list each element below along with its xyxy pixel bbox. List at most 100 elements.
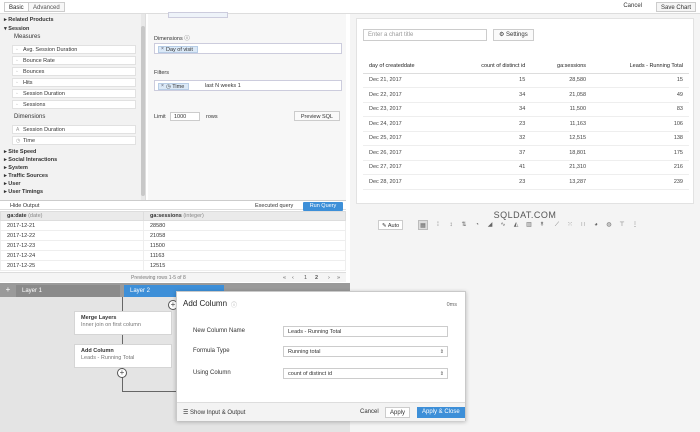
using-column-select[interactable]: count of distinct id ⇕ — [283, 368, 448, 379]
formula-type-select[interactable]: Running total ⇕ — [283, 346, 448, 357]
new-column-name-input[interactable]: Leads - Running Total — [283, 326, 448, 337]
scrollbar-thumb[interactable] — [141, 26, 145, 196]
executed-query-link[interactable]: Executed query — [255, 203, 293, 209]
using-column-label: Using Column — [193, 370, 231, 376]
table-cell: 41 — [448, 160, 532, 175]
bubble-viz-icon[interactable]: ∷ — [578, 220, 588, 230]
hide-output-link[interactable]: Hide Output — [10, 203, 39, 209]
bar-viz-icon[interactable]: ◢ — [485, 220, 495, 230]
query-builder: Dimensions ⓘ × Day of visit Filters × ◷ Ti… — [148, 12, 346, 200]
schema-field[interactable]: ◦ Avg. Session Duration — [12, 45, 136, 54]
map-viz-icon[interactable]: ◍ — [604, 220, 614, 230]
trend-viz-icon[interactable]: ↕ — [446, 220, 456, 230]
filter-pill[interactable]: × ◷ Time — [158, 83, 190, 90]
top-bar: Basic Advanced Cancel Save Chart — [0, 0, 700, 14]
add-column-node[interactable]: Add Column Leads - Running Total — [74, 344, 172, 368]
scatter-viz-icon[interactable]: ⁙ — [565, 220, 575, 230]
schema-group-related-products[interactable]: ▸ Related Products — [4, 17, 54, 23]
page-link[interactable]: 1 — [304, 275, 307, 281]
table-cell: 23 — [448, 174, 532, 190]
output-bar: Hide Output Executed query Run Query — [0, 200, 346, 211]
measures-drop-zone[interactable] — [168, 12, 228, 18]
settings-button[interactable]: ⚙ Settings — [493, 29, 534, 41]
pager: Previewing rows 1-5 of 8 « ‹ 1 2 › » — [0, 272, 346, 282]
change-viz-icon[interactable]: ⇅ — [459, 220, 469, 230]
table-cell: Dec 27, 2017 — [363, 160, 449, 175]
schema-field[interactable]: ◦ Sessions — [12, 100, 136, 109]
table-cell: 11500 — [143, 240, 346, 251]
table-cell: 32 — [448, 131, 532, 146]
table-header: ga:date (date) ga:sessions (integer) — [0, 211, 346, 221]
layer-tab-1[interactable]: Layer 1 — [16, 285, 120, 297]
funnel-viz-icon[interactable]: ⊤ — [617, 220, 627, 230]
schema-group[interactable]: ▸ User Timings — [4, 189, 43, 195]
schema-group[interactable]: ▸ Site Speed — [4, 149, 36, 155]
auto-viz-button[interactable]: ✎ Auto — [378, 220, 404, 230]
column-header[interactable]: ga:date (date) — [0, 211, 144, 221]
save-chart-button[interactable]: Save Chart — [655, 2, 696, 12]
dimensions-drop-zone[interactable]: × Day of visit — [154, 43, 342, 54]
last-page-icon[interactable]: » — [337, 275, 340, 281]
schema-group[interactable]: ▸ Social Interactions — [4, 157, 57, 163]
dialog-title: Add Column — [183, 299, 228, 308]
table-viz-icon[interactable]: ▦ — [418, 220, 428, 230]
show-input-output-toggle[interactable]: ☰ Show Input & Output — [183, 409, 245, 416]
gauge-viz-icon[interactable]: ◔ — [472, 220, 482, 230]
schema-scrollbar[interactable] — [141, 14, 145, 200]
filter-value[interactable]: last N weeks 1 — [205, 83, 241, 89]
schema-group[interactable]: ▸ Traffic Sources — [4, 173, 48, 179]
chart-title-input[interactable]: Enter a chart title — [363, 29, 487, 41]
schema-field[interactable]: ◦ Bounces — [12, 67, 136, 76]
table-cell: Dec 26, 2017 — [363, 145, 449, 161]
help-icon[interactable]: ⓘ — [184, 36, 190, 42]
dimension-pill[interactable]: × Day of visit — [158, 46, 198, 53]
more-viz-icon[interactable]: ⋮ — [630, 220, 640, 230]
remove-icon[interactable]: × — [161, 46, 164, 53]
apply-button[interactable]: Apply — [385, 407, 411, 418]
column-header[interactable]: ga:sessions (integer) — [143, 211, 346, 221]
next-page-icon[interactable]: › — [328, 275, 330, 281]
stacked-bar-viz-icon[interactable]: ▥ — [524, 220, 534, 230]
schema-group-session[interactable]: ▾ Session — [4, 26, 29, 32]
add-layer-icon[interactable]: + — [3, 285, 13, 295]
area-viz-icon[interactable]: ◭ — [511, 220, 521, 230]
add-step-icon[interactable]: + — [117, 368, 127, 378]
cancel-link[interactable]: Cancel — [623, 3, 642, 9]
cancel-button[interactable]: Cancel — [357, 407, 382, 418]
combo-viz-icon[interactable]: ⟋ — [552, 220, 562, 230]
tab-advanced[interactable]: Advanced — [28, 2, 65, 12]
remove-icon[interactable]: × — [161, 83, 164, 90]
table-cell: 37 — [448, 145, 532, 161]
limit-label: Limit — [154, 114, 166, 120]
schema-field[interactable]: ◦ Bounce Rate — [12, 56, 136, 65]
help-icon[interactable]: ⓘ — [231, 300, 237, 309]
line-viz-icon[interactable]: ∿ — [498, 220, 508, 230]
schema-group[interactable]: ▸ User — [4, 181, 21, 187]
preview-sql-button[interactable]: Preview SQL — [293, 111, 340, 121]
pie-viz-icon[interactable]: ◕ — [591, 220, 601, 230]
schema-field[interactable]: ◦ Hits — [12, 78, 136, 87]
page-link[interactable]: 2 — [315, 275, 318, 281]
table-cell: 13,287 — [531, 174, 593, 190]
prev-page-icon[interactable]: ‹ — [292, 275, 294, 281]
first-page-icon[interactable]: « — [283, 275, 286, 281]
limit-input[interactable]: 1000 — [170, 112, 200, 121]
schema-field[interactable]: ◷ Time — [12, 136, 136, 145]
run-query-button[interactable]: Run Query — [303, 202, 343, 211]
apply-close-button[interactable]: Apply & Close — [417, 407, 465, 418]
schema-group[interactable]: ▸ System — [4, 165, 28, 171]
filters-drop-zone[interactable]: × ◷ Time last N weeks 1 — [154, 80, 342, 91]
schema-browser: ▸ Related Products ▾ Session Measures ◦ A… — [0, 14, 146, 200]
table-row: Dec 28, 2017 23 13,287 239 — [363, 174, 689, 190]
table-cell: 15 — [448, 73, 532, 88]
table-cell: 34 — [448, 87, 532, 103]
filters-label: Filters — [154, 70, 169, 76]
table-cell: 175 — [592, 145, 689, 161]
table-cell: 21,310 — [531, 160, 593, 175]
merge-layers-node[interactable]: Merge Layers Inner join on first column — [74, 311, 172, 335]
pivot-viz-icon[interactable]: ↟ — [537, 220, 547, 230]
schema-field[interactable]: ◦ Session Duration — [12, 89, 136, 98]
number-viz-icon[interactable]: ⁞ — [433, 220, 443, 230]
tab-basic[interactable]: Basic — [4, 2, 29, 12]
schema-field[interactable]: A Session Duration — [12, 125, 136, 134]
